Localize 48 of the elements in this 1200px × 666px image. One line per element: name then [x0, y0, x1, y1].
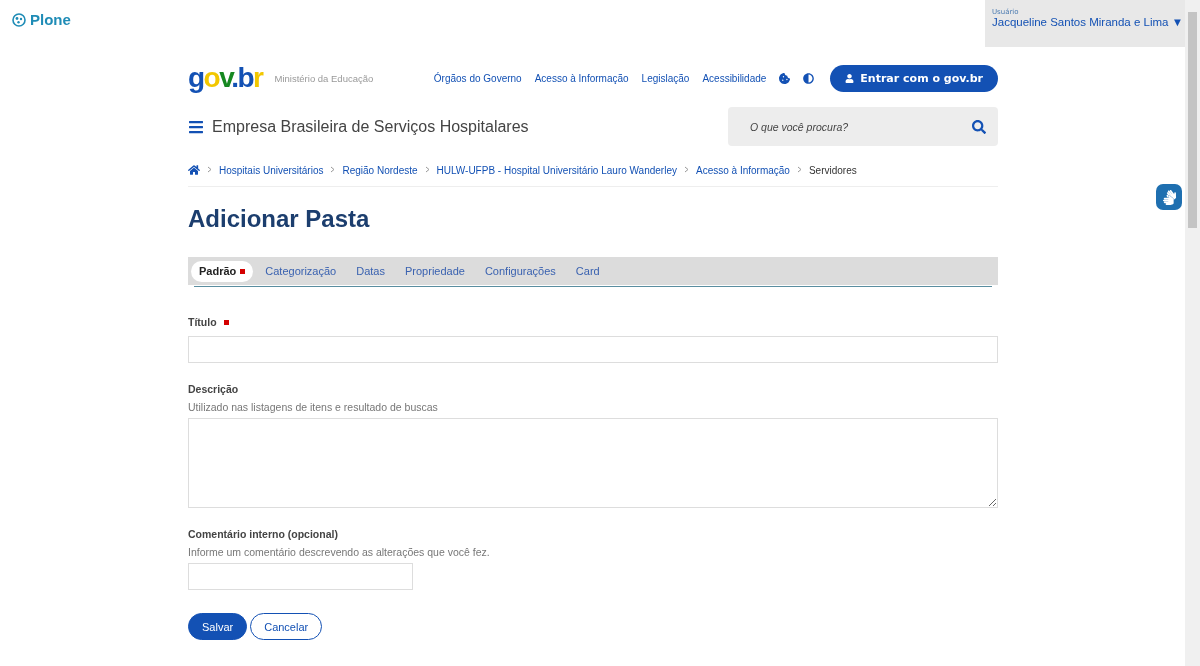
chevron-icon: [684, 165, 689, 175]
user-icon: [845, 73, 855, 83]
breadcrumb-link[interactable]: HULW-UFPB - Hospital Universitário Lauro Wanderley: [436, 164, 677, 176]
breadcrumb-link[interactable]: Hospitais Universitários: [219, 164, 324, 176]
ministry-name: Ministério da Educação: [274, 72, 374, 84]
title-input-field[interactable]: [188, 336, 998, 363]
sign-language-button[interactable]: [1156, 184, 1182, 210]
scrollbar[interactable]: [1185, 0, 1200, 666]
breadcrumb-link[interactable]: Servidores: [808, 164, 857, 176]
chevron-icon: [796, 165, 802, 175]
tab[interactable]: Datas: [348, 260, 393, 282]
field-label: Descrição: [188, 383, 239, 395]
help-text: Utilizado nas listagens de itens e resultado de buscas: [188, 401, 439, 413]
chevron-icon: [424, 165, 430, 175]
site-title: Empresa Brasileira de Serviços Hospitalares: [212, 117, 529, 136]
hand-icon: [1161, 189, 1177, 205]
field-label: Comentário interno (opcional): [188, 528, 338, 540]
tab[interactable]: Propriedade: [397, 260, 473, 282]
login-button[interactable]: Entrar com o gov.br: [830, 64, 998, 92]
cancel-button[interactable]: Cancelar: [250, 613, 323, 640]
plone-icon: [12, 12, 26, 27]
plone-logo[interactable]: Plone: [12, 11, 71, 28]
help-text: Informe um comentário descrevendo as alterações que você fez.: [188, 546, 491, 558]
chevron-icon: [207, 165, 212, 175]
govbr-logo[interactable]: gov.br: [188, 64, 263, 92]
field-label: Título: [188, 316, 217, 328]
header-link[interactable]: Acessibilidade: [702, 72, 767, 84]
tab[interactable]: Configurações: [476, 260, 564, 282]
save-button[interactable]: Salvar: [188, 613, 248, 640]
header-link[interactable]: Legislação: [641, 72, 690, 84]
breadcrumb-link[interactable]: Região Nordeste: [342, 164, 418, 176]
header-link[interactable]: Órgãos do Governo: [433, 72, 522, 84]
header-link[interactable]: Acesso à Informação: [534, 72, 629, 84]
breadcrumb-link[interactable]: Acesso à Informação: [696, 164, 790, 176]
cookie-icon[interactable]: [779, 72, 791, 84]
scrollbar-thumb[interactable]: [1188, 12, 1197, 228]
search-field[interactable]: O que você procura?: [728, 107, 998, 146]
tab[interactable]: Categorização: [257, 260, 345, 282]
comment-input-field[interactable]: [188, 563, 413, 590]
contrast-icon[interactable]: [803, 72, 815, 84]
tab[interactable]: Padrão: [191, 260, 254, 282]
chevron-icon: [330, 165, 336, 175]
search-icon[interactable]: [972, 119, 986, 134]
user-name: Jacqueline Santos Miranda e Lima ▼: [992, 16, 1185, 28]
page-title: Adicionar Pasta: [188, 205, 371, 233]
tab[interactable]: Card: [567, 260, 608, 282]
menu-icon[interactable]: [188, 118, 204, 135]
home-icon[interactable]: [188, 164, 200, 176]
